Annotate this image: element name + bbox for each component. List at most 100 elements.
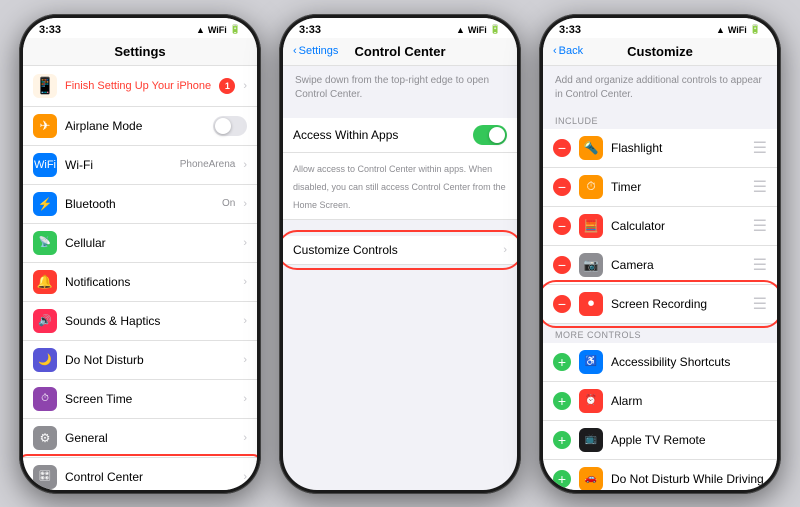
cc-description: Swipe down from the top-right edge to op… [283,66,517,110]
screen-content-2: Swipe down from the top-right edge to op… [283,66,517,490]
more-accessibility[interactable]: + ♿ Accessibility Shortcuts [543,343,777,382]
nav-back-3[interactable]: ‹ Back [553,45,583,57]
screen-time-icon: ⏱ [33,387,57,411]
airplane-icon: ✈ [33,114,57,138]
bluetooth-value: On [222,198,235,209]
remove-timer-btn[interactable]: − [553,178,571,196]
nav-title-3: Customize [627,44,693,59]
bluetooth-icon: ⚡ [33,192,57,216]
status-icons-1: ▲WiFi🔋 [196,24,241,35]
flashlight-icon: 🔦 [579,136,603,160]
wifi-value: PhoneArena [180,159,236,170]
remove-calculator-btn[interactable]: − [553,217,571,235]
alarm-label: Alarm [611,394,767,408]
time-1: 3:33 [39,24,61,36]
remove-camera-btn[interactable]: − [553,256,571,274]
remove-flashlight-btn[interactable]: − [553,139,571,157]
accessibility-icon: ♿ [579,350,603,374]
nav-title-1: Settings [114,44,165,59]
screen-recording-icon: ⏺ [579,292,603,316]
wifi-label: Wi-Fi [65,158,172,172]
include-timer[interactable]: − ⏱ Timer ☰ [543,168,777,207]
camera-label: Camera [611,258,745,272]
general-icon: ⚙ [33,426,57,450]
settings-wifi[interactable]: WiFi Wi-Fi PhoneArena › [23,146,257,185]
time-3: 3:33 [559,24,581,36]
remove-screen-recording-btn[interactable]: − [553,295,571,313]
sounds-icon: 🔊 [33,309,57,333]
timer-label: Timer [611,180,745,194]
notification-badge: 1 [219,78,235,94]
cellular-icon: 📡 [33,231,57,255]
wifi-icon: WiFi [33,153,57,177]
status-bar-1: 3:33 ▲WiFi🔋 [23,18,257,38]
status-icons-3: ▲WiFi🔋 [716,24,761,35]
finish-text: Finish Setting Up Your iPhone [65,80,211,92]
more-section-title: MORE CONTROLS [543,324,777,343]
flashlight-label: Flashlight [611,141,745,155]
status-bar-3: 3:33 ▲WiFi🔋 [543,18,777,38]
customize-label: Customize Controls [293,243,495,257]
include-flashlight[interactable]: − 🔦 Flashlight ☰ [543,129,777,168]
settings-general[interactable]: ⚙ General › [23,419,257,458]
nav-bar-2: ‹ Settings Control Center [283,38,517,66]
settings-dnd[interactable]: 🌙 Do Not Disturb › [23,341,257,380]
timer-icon: ⏱ [579,175,603,199]
airplane-label: Airplane Mode [65,119,205,133]
nav-bar-3: ‹ Back Customize [543,38,777,66]
settings-airplane[interactable]: ✈ Airplane Mode [23,107,257,146]
airplane-toggle[interactable] [213,116,247,136]
access-toggle[interactable] [473,125,507,145]
access-description: Allow access to Control Center within ap… [283,153,517,220]
settings-screen-time[interactable]: ⏱ Screen Time › [23,380,257,419]
access-within-apps[interactable]: Access Within Apps [283,118,517,153]
settings-bluetooth[interactable]: ⚡ Bluetooth On › [23,185,257,224]
sounds-label: Sounds & Haptics [65,314,235,328]
add-accessibility-btn[interactable]: + [553,353,571,371]
more-apple-tv[interactable]: + 📺 Apple TV Remote [543,421,777,460]
status-icons-2: ▲WiFi🔋 [456,24,501,35]
settings-notifications[interactable]: 🔔 Notifications › [23,263,257,302]
phone-2-control-center: 3:33 ▲WiFi🔋 ‹ Settings Control Center Sw… [279,14,521,494]
screen-recording-label: Screen Recording [611,297,745,311]
phone-1-settings: 3:33 ▲WiFi🔋 Settings 📱 Finish Setting Up… [19,14,261,494]
access-label: Access Within Apps [293,128,465,142]
customize-description: Add and organize additional controls to … [543,66,777,110]
notifications-icon: 🔔 [33,270,57,294]
notifications-label: Notifications [65,275,235,289]
control-center-label: Control Center [65,470,235,484]
general-label: General [65,431,235,445]
finish-banner[interactable]: 📱 Finish Setting Up Your iPhone 1 › [23,66,257,107]
bluetooth-label: Bluetooth [65,197,214,211]
apple-tv-label: Apple TV Remote [611,433,767,447]
include-screen-recording[interactable]: − ⏺ Screen Recording ☰ [543,285,777,324]
more-alarm[interactable]: + ⏰ Alarm [543,382,777,421]
drag-handle-flashlight[interactable]: ☰ [753,138,767,158]
customize-controls[interactable]: Customize Controls › [283,236,517,265]
drag-handle-calculator[interactable]: ☰ [753,216,767,236]
drag-handle-screen-recording[interactable]: ☰ [753,294,767,314]
settings-sounds[interactable]: 🔊 Sounds & Haptics › [23,302,257,341]
nav-back-2[interactable]: ‹ Settings [293,45,338,57]
status-bar-2: 3:33 ▲WiFi🔋 [283,18,517,38]
settings-control-center[interactable]: 🎛 Control Center › [23,458,257,490]
back-label-3: Back [559,45,583,57]
drag-handle-timer[interactable]: ☰ [753,177,767,197]
add-dnd-driving-btn[interactable]: + [553,470,571,488]
include-camera[interactable]: − 📷 Camera ☰ [543,246,777,285]
add-alarm-btn[interactable]: + [553,392,571,410]
more-dnd-driving[interactable]: + 🚗 Do Not Disturb While Driving [543,460,777,490]
dnd-label: Do Not Disturb [65,353,235,367]
add-apple-tv-btn[interactable]: + [553,431,571,449]
include-section-title: INCLUDE [543,110,777,129]
calculator-label: Calculator [611,219,745,233]
accessibility-label: Accessibility Shortcuts [611,355,767,369]
dnd-driving-icon: 🚗 [579,467,603,490]
screen-content-3: Add and organize additional controls to … [543,66,777,490]
dnd-icon: 🌙 [33,348,57,372]
drag-handle-camera[interactable]: ☰ [753,255,767,275]
camera-icon: 📷 [579,253,603,277]
settings-cellular[interactable]: 📡 Cellular › [23,224,257,263]
time-2: 3:33 [299,24,321,36]
include-calculator[interactable]: − 🧮 Calculator ☰ [543,207,777,246]
